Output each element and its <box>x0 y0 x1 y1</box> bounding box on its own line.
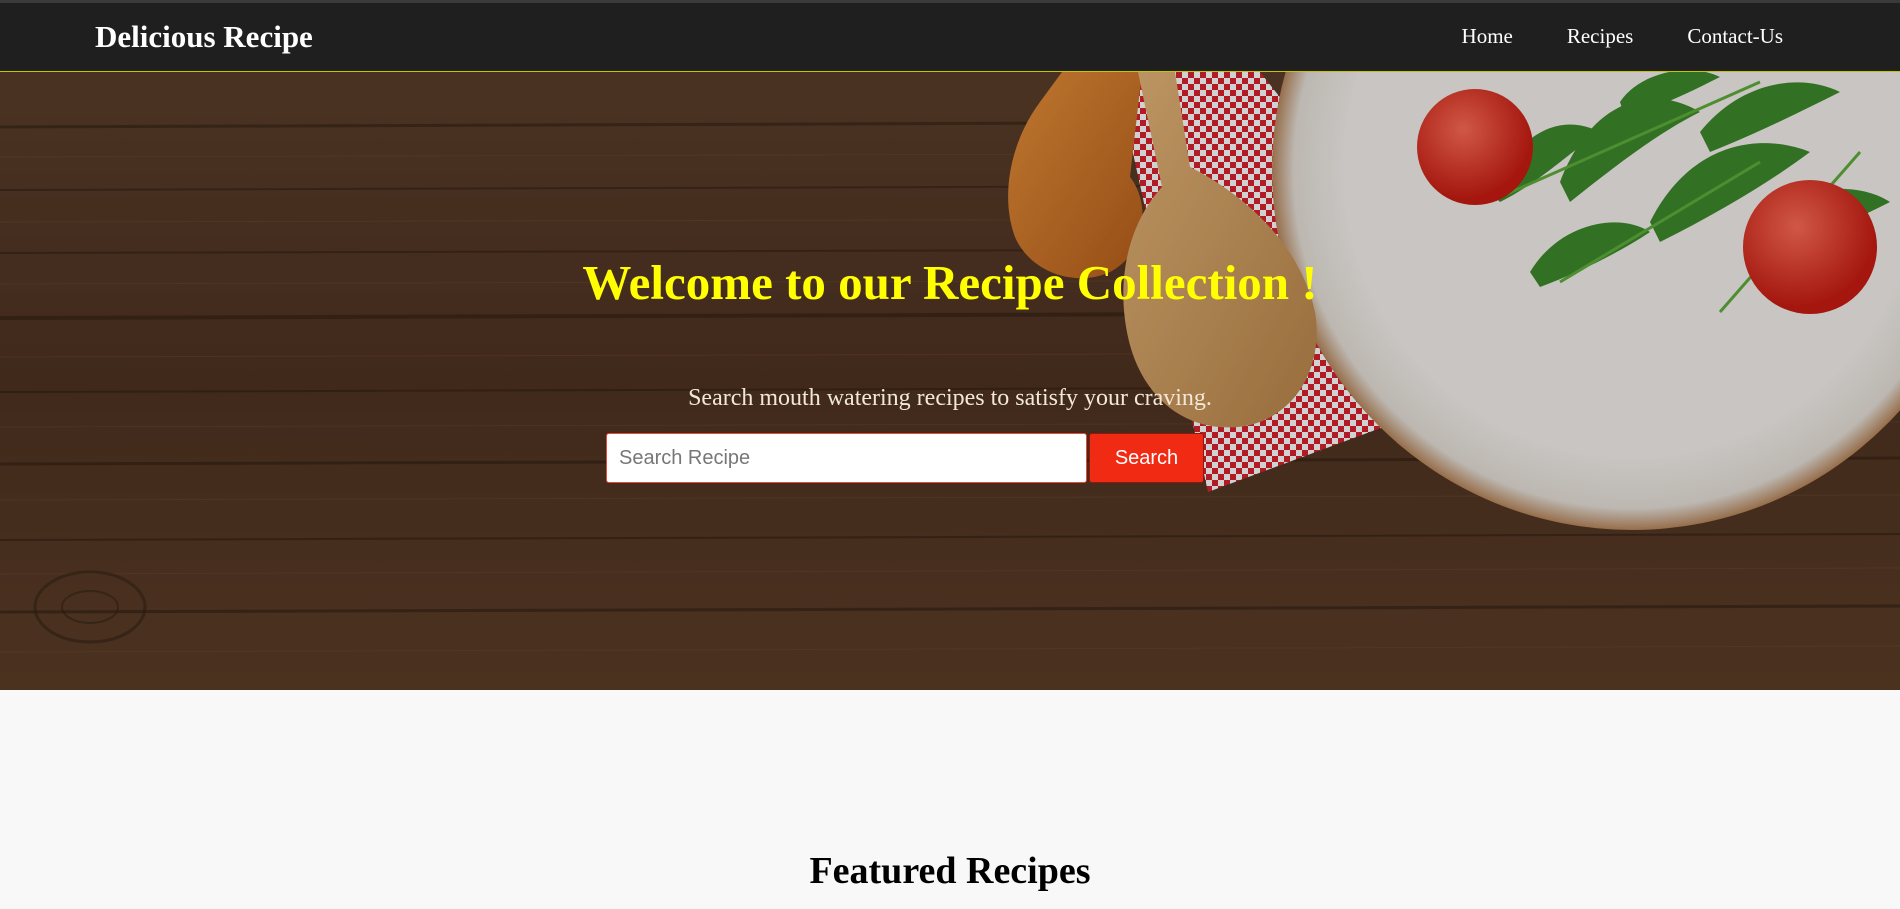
featured-recipes-heading: Featured Recipes <box>809 850 1091 892</box>
nav-link-contact-us[interactable]: Contact-Us <box>1687 24 1783 49</box>
nav-link-recipes[interactable]: Recipes <box>1567 24 1633 49</box>
hero-overlay <box>0 72 1900 690</box>
top-navbar: Delicious Recipe Home Recipes Contact-Us <box>0 0 1900 72</box>
hero-title: Welcome to our Recipe Collection ! <box>582 255 1318 310</box>
search-button[interactable]: Search <box>1089 433 1204 483</box>
nav-link-home[interactable]: Home <box>1462 24 1513 49</box>
brand-logo-text[interactable]: Delicious Recipe <box>95 19 313 55</box>
search-input[interactable] <box>606 433 1087 483</box>
hero-banner: Welcome to our Recipe Collection ! Searc… <box>0 72 1900 690</box>
hero-subtitle: Search mouth watering recipes to satisfy… <box>688 385 1212 411</box>
recipe-search-form: Search <box>606 433 1204 483</box>
main-nav: Home Recipes Contact-Us <box>1408 24 1783 49</box>
